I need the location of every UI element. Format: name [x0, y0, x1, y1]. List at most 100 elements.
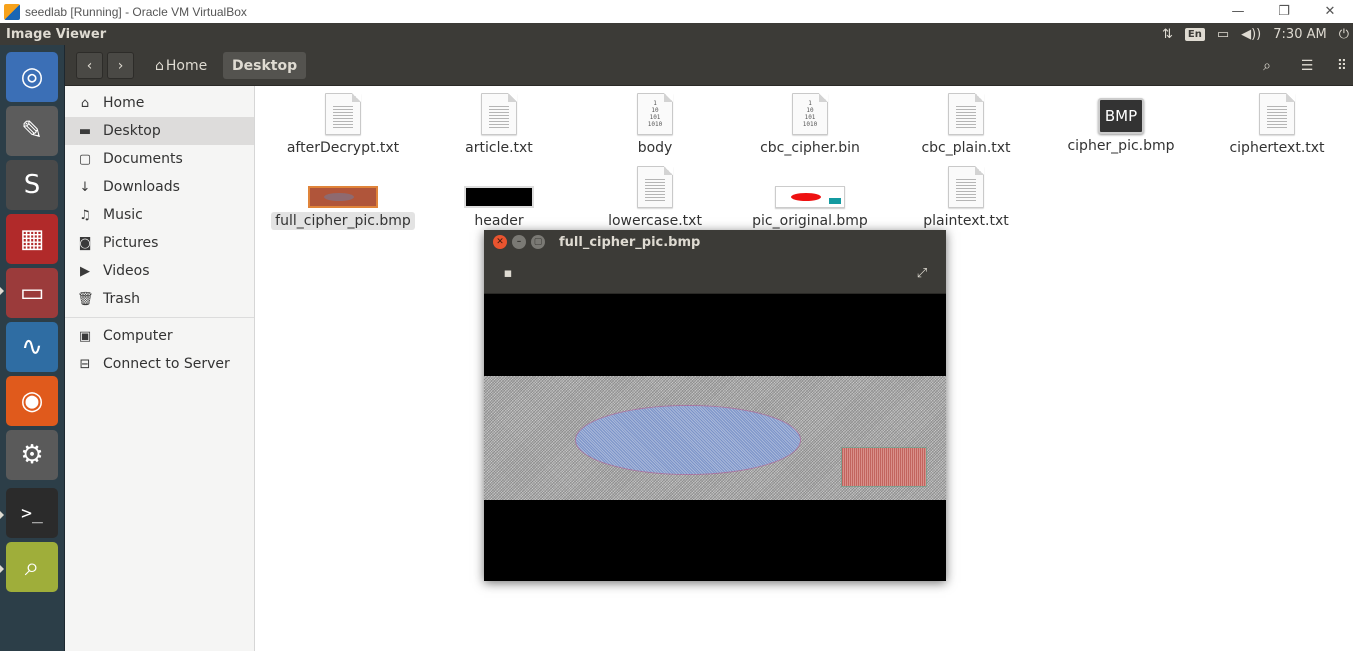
camera-icon: ◙	[78, 235, 92, 251]
host-window-title: seedlab [Running] - Oracle VM VirtualBox	[25, 4, 247, 19]
sidebar-item-desktop[interactable]: ▬ Desktop	[65, 117, 254, 145]
file-item[interactable]: header	[424, 166, 574, 230]
window-close-button[interactable]: ✕	[493, 235, 507, 249]
minimize-button[interactable]: —	[1215, 0, 1261, 23]
volume-icon[interactable]: ◀))	[1241, 27, 1261, 42]
terminal-icon[interactable]: >_	[6, 488, 58, 538]
file-name: ciphertext.txt	[1229, 140, 1325, 156]
top-panel: Image Viewer ⇅ En ▭ ◀)) 7:30 AM ⏻	[0, 23, 1353, 45]
ghex-icon[interactable]: ▦	[6, 214, 58, 264]
image-viewer-titlebar[interactable]: ✕ – ▢ full_cipher_pic.bmp	[484, 230, 946, 254]
folder-icon: ▬	[78, 123, 92, 139]
back-button[interactable]: ‹	[76, 52, 103, 79]
list-view-icon[interactable]: ☰	[1292, 52, 1322, 79]
sidebar-item-label: Connect to Server	[103, 356, 230, 372]
battery-icon[interactable]: ▭	[1217, 27, 1229, 42]
wireshark-icon[interactable]: ∿	[6, 322, 58, 372]
image-viewer-icon[interactable]: ⌕	[6, 542, 58, 592]
text-file-icon	[481, 93, 517, 135]
file-item[interactable]: cbc_plain.txt	[891, 93, 1041, 157]
sidebar-item-label: Videos	[103, 263, 150, 279]
video-icon: ▶	[80, 263, 90, 279]
window-maximize-button[interactable]: ▢	[531, 235, 545, 249]
image-viewer-toolbar: ▪ ⤢	[484, 254, 946, 294]
ubuntu-dash-icon[interactable]: ◎	[6, 52, 58, 102]
close-button[interactable]: ✕	[1307, 0, 1353, 23]
view-options-icon[interactable]: ⠿	[1327, 52, 1353, 79]
file-item[interactable]: plaintext.txt	[891, 166, 1041, 230]
server-icon: ⊟	[79, 356, 91, 372]
file-name: full_cipher_pic.bmp	[271, 212, 415, 230]
cipher-image-thumbnail	[308, 186, 378, 208]
sidebar-item-trash[interactable]: 🗑 Trash	[65, 285, 254, 313]
image-canvas[interactable]	[484, 294, 946, 581]
encrypted-rectangle-shape	[842, 448, 926, 486]
network-icon[interactable]: ⇅	[1162, 27, 1173, 42]
active-app-name: Image Viewer	[6, 26, 107, 42]
sublime-text-icon[interactable]: S	[6, 160, 58, 210]
file-manager-headerbar: ‹ › ⌂ Home Desktop ⌕ ☰ ⠿	[65, 45, 1353, 86]
restore-button[interactable]: ❐	[1261, 0, 1307, 23]
search-icon[interactable]: ⌕	[1252, 52, 1282, 79]
gallery-menu-icon[interactable]: ▪	[494, 260, 522, 286]
file-item[interactable]: ciphertext.txt	[1202, 93, 1352, 157]
image-viewer-title: full_cipher_pic.bmp	[559, 234, 701, 250]
files-icon[interactable]: ▭	[6, 268, 58, 318]
text-editor-icon[interactable]: ✎	[6, 106, 58, 156]
sidebar-item-label: Documents	[103, 151, 183, 167]
file-name: body	[637, 140, 673, 156]
sidebar-item-computer[interactable]: ▣ Computer	[65, 322, 254, 350]
sidebar-item-label: Computer	[103, 328, 173, 344]
file-item[interactable]: pic_original.bmp	[735, 166, 885, 230]
sidebar-item-downloads[interactable]: ↓ Downloads	[65, 173, 254, 201]
launcher: ◎ ✎ S ▦ ▭ ∿ ◉ ⚙ >_ ⌕	[0, 45, 65, 651]
sidebar-item-label: Pictures	[103, 235, 159, 251]
black-image-thumbnail	[464, 186, 534, 208]
places-sidebar: ⌂ Home ▬ Desktop ▢ Documents ↓ Downloads…	[65, 86, 255, 651]
file-item[interactable]: afterDecrypt.txt	[268, 93, 418, 157]
sidebar-item-label: Desktop	[103, 123, 161, 139]
text-file-icon	[637, 166, 673, 208]
encrypted-image-noise-band	[484, 376, 946, 500]
text-file-icon	[948, 93, 984, 135]
home-icon: ⌂	[80, 95, 90, 111]
sidebar-item-pictures[interactable]: ◙ Pictures	[65, 229, 254, 257]
power-icon[interactable]: ⏻	[1339, 27, 1349, 42]
clock[interactable]: 7:30 AM	[1273, 27, 1326, 42]
original-image-thumbnail	[775, 186, 845, 208]
text-file-icon	[948, 166, 984, 208]
keyboard-language-indicator[interactable]: En	[1184, 27, 1205, 41]
binary-file-icon: 1 10 101 1010	[637, 93, 673, 135]
system-settings-icon[interactable]: ⚙	[6, 430, 58, 480]
encrypted-ellipse-shape	[576, 406, 800, 474]
sidebar-item-home[interactable]: ⌂ Home	[65, 89, 254, 117]
file-name: cbc_plain.txt	[921, 140, 1011, 156]
bmp-file-icon: BMP	[1098, 98, 1144, 134]
file-item-selected[interactable]: full_cipher_pic.bmp	[268, 166, 418, 230]
window-minimize-button[interactable]: –	[512, 235, 526, 249]
document-icon: ▢	[78, 151, 92, 167]
sidebar-item-label: Music	[103, 207, 143, 223]
home-icon: ⌂	[155, 57, 164, 74]
fullscreen-icon[interactable]: ⤢	[908, 260, 936, 286]
running-indicator-terminal	[0, 511, 4, 519]
path-home-button[interactable]: ⌂ Home	[145, 52, 217, 79]
file-item[interactable]: 1 10 101 1010 cbc_cipher.bin	[735, 93, 885, 157]
path-desktop-button[interactable]: Desktop	[223, 52, 307, 79]
computer-icon: ▣	[78, 328, 92, 344]
file-name: article.txt	[465, 140, 533, 156]
music-icon: ♫	[79, 207, 91, 223]
file-item[interactable]: lowercase.txt	[580, 166, 730, 230]
sidebar-item-music[interactable]: ♫ Music	[65, 201, 254, 229]
sidebar-item-documents[interactable]: ▢ Documents	[65, 145, 254, 173]
forward-button[interactable]: ›	[107, 52, 134, 79]
firefox-icon[interactable]: ◉	[6, 376, 58, 426]
download-icon: ↓	[79, 179, 91, 195]
file-item[interactable]: BMP cipher_pic.bmp	[1046, 93, 1196, 155]
image-viewer-window: ✕ – ▢ full_cipher_pic.bmp ▪ ⤢	[484, 230, 946, 581]
file-name: lowercase.txt	[608, 213, 702, 229]
sidebar-item-videos[interactable]: ▶ Videos	[65, 257, 254, 285]
file-item[interactable]: article.txt	[424, 93, 574, 157]
file-item[interactable]: 1 10 101 1010 body	[580, 93, 730, 157]
sidebar-item-connect-to-server[interactable]: ⊟ Connect to Server	[65, 350, 254, 378]
